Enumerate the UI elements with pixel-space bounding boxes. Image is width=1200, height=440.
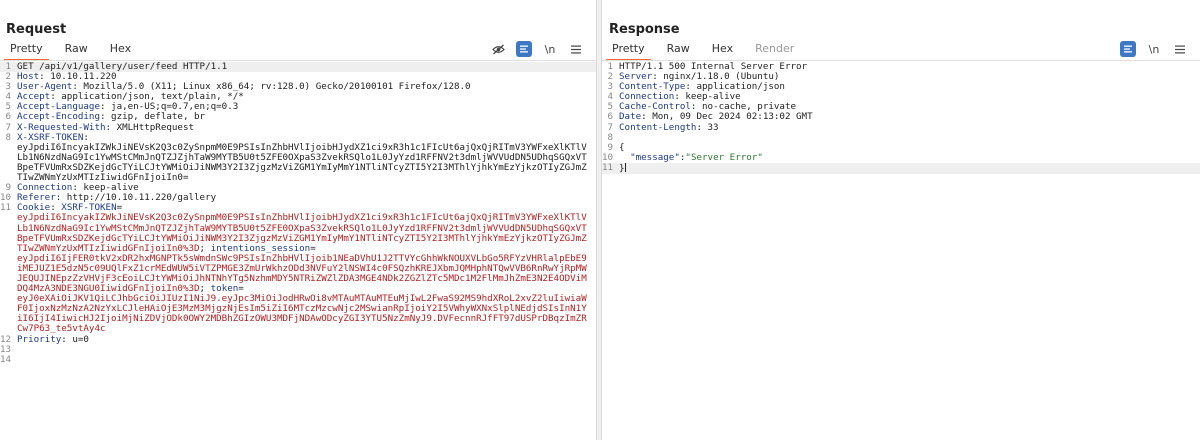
response-line-8: 8 bbox=[607, 131, 613, 143]
newline-toggle[interactable]: \n bbox=[542, 41, 558, 57]
response-pane: Response Pretty Raw Hex Render \n 1 HTTP/… bbox=[602, 0, 1200, 440]
request-pane: Request Pretty Raw Hex \n 1 GET /api/v1/g… bbox=[0, 0, 596, 440]
response-line-7: 7 Content-Length: 33 bbox=[607, 121, 719, 133]
response-tabs: Pretty Raw Hex Render bbox=[602, 43, 806, 61]
menu-icon[interactable] bbox=[1172, 41, 1188, 57]
response-editor[interactable]: 1 HTTP/1.1 500 Internal Server Error 2 Ser… bbox=[602, 61, 1200, 440]
response-tab-raw[interactable]: Raw bbox=[657, 43, 702, 61]
menu-icon[interactable] bbox=[568, 41, 584, 57]
pretty-format-icon[interactable] bbox=[1120, 41, 1136, 57]
request-line-12: 12 Priority: u=0 bbox=[0, 333, 89, 345]
request-line-14: 14 bbox=[0, 353, 12, 365]
response-title: Response bbox=[609, 22, 680, 37]
response-tab-hex[interactable]: Hex bbox=[702, 43, 745, 61]
request-line-13: 13 bbox=[0, 343, 12, 355]
response-tab-render[interactable]: Render bbox=[745, 43, 806, 61]
request-line-11: 11 Cookie: XSRF-TOKEN= eyJpdiI6IncyakIZWkJ… bbox=[0, 202, 587, 335]
newline-toggle[interactable]: \n bbox=[1146, 41, 1162, 57]
request-tabs: Pretty Raw Hex bbox=[0, 43, 143, 61]
request-tab-raw[interactable]: Raw bbox=[55, 43, 100, 61]
request-line-8: 8 X-XSRF-TOKEN: eyJpdiI6IncyakIZWkJiNEVsK2… bbox=[5, 131, 587, 184]
request-editor[interactable]: 1 GET /api/v1/gallery/user/feed HTTP/1.1 … bbox=[0, 61, 596, 440]
request-toolbar: \n bbox=[490, 40, 584, 58]
request-tab-hex[interactable]: Hex bbox=[100, 43, 143, 61]
hide-eye-icon[interactable] bbox=[490, 41, 506, 57]
request-title: Request bbox=[6, 22, 67, 37]
pretty-format-icon[interactable] bbox=[516, 41, 532, 57]
text-cursor bbox=[624, 162, 626, 172]
request-tab-pretty[interactable]: Pretty bbox=[0, 43, 55, 61]
response-line-10: 10 "message":"Server Error" bbox=[602, 151, 763, 163]
request-line-7: 7 X-Requested-With: XMLHttpRequest bbox=[5, 121, 195, 133]
response-line-11: 11} bbox=[602, 162, 1200, 175]
response-toolbar: \n bbox=[1120, 40, 1188, 58]
response-tab-pretty[interactable]: Pretty bbox=[602, 43, 657, 61]
